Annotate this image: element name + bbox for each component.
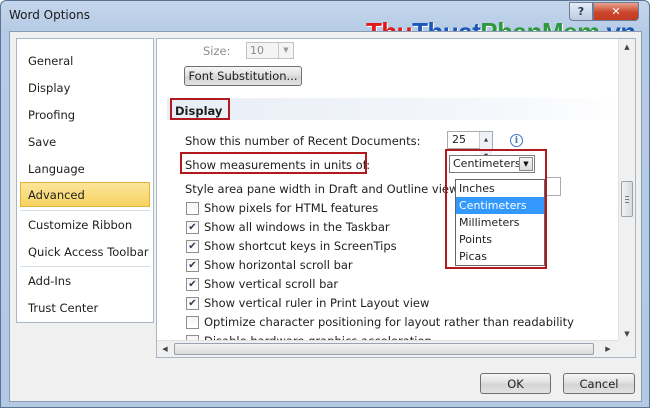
checkbox-show-horizontal-scroll[interactable]: ✔	[186, 259, 199, 272]
recent-documents-stepper[interactable]: 25 ▲ ▼	[447, 131, 493, 164]
cancel-button[interactable]: Cancel	[563, 373, 635, 394]
checkbox-show-vertical-scroll[interactable]: ✔	[186, 278, 199, 291]
checkbox-optimize-character-positioning[interactable]	[186, 316, 199, 329]
sidebar-divider	[20, 210, 150, 211]
title-bar: Word Options ThuThuatPhanMem.vn ? ✕	[1, 1, 649, 45]
ok-button[interactable]: OK	[480, 373, 551, 394]
close-button[interactable]: ✕	[593, 2, 639, 21]
checkbox-label: Show horizontal scroll bar	[204, 258, 353, 272]
spin-up-icon[interactable]: ▲	[480, 132, 492, 148]
highlight-box-units-dropdown	[445, 149, 547, 269]
info-icon: i	[510, 134, 523, 147]
sidebar-item-trust-center[interactable]: Trust Center	[20, 295, 150, 320]
checkmark-icon: ✔	[188, 278, 197, 290]
scroll-down-icon[interactable]: ▼	[622, 329, 632, 339]
highlight-box-display	[170, 98, 230, 120]
dialog-client: General Display Proofing Save Language A…	[9, 31, 642, 402]
scroll-up-icon[interactable]: ▲	[622, 42, 632, 52]
vertical-scrollbar[interactable]: ▲ ▼	[618, 39, 635, 342]
question-mark-icon: ?	[577, 5, 585, 18]
close-icon: ✕	[611, 5, 621, 18]
sidebar-item-save[interactable]: Save	[20, 129, 150, 154]
sidebar-item-customize-ribbon[interactable]: Customize Ribbon	[20, 212, 150, 237]
font-size-label: Size:	[203, 44, 231, 58]
sidebar-item-display[interactable]: Display	[20, 75, 150, 100]
font-size-select[interactable]: 10 ▼	[246, 42, 294, 59]
sidebar-divider	[20, 266, 150, 267]
checkbox-label: Show all windows in the Taskbar	[204, 220, 390, 234]
window-title: Word Options	[9, 8, 90, 22]
checkbox-label: Show vertical ruler in Print Layout view	[204, 296, 430, 310]
style-area-width-label: Style area pane width in Draft and Outli…	[185, 182, 469, 196]
recent-documents-label: Show this number of Recent Documents:	[185, 134, 421, 148]
sidebar-item-quick-access-toolbar[interactable]: Quick Access Toolbar	[20, 239, 150, 264]
checkbox-label: Optimize character positioning for layou…	[204, 315, 574, 329]
section-header-bar	[167, 98, 627, 120]
checkmark-icon: ✔	[188, 221, 197, 233]
word-options-window: Word Options ThuThuatPhanMem.vn ? ✕ Gene…	[0, 0, 650, 408]
checkbox-show-pixels[interactable]	[186, 202, 199, 215]
advanced-options-panel: Size: 10 ▼ Font Substitution... Display …	[156, 38, 636, 358]
style-area-width-input[interactable]	[545, 177, 561, 196]
sidebar-item-proofing[interactable]: Proofing	[20, 102, 150, 127]
font-substitution-button[interactable]: Font Substitution...	[184, 66, 302, 86]
highlight-box-measurements-label	[180, 152, 367, 174]
chevron-down-icon: ▼	[278, 43, 293, 58]
checkbox-label: Show shortcut keys in ScreenTips	[204, 239, 397, 253]
checkbox-label: Show pixels for HTML features	[204, 201, 379, 215]
help-button[interactable]: ?	[569, 2, 593, 21]
horizontal-scroll-thumb[interactable]	[174, 343, 594, 355]
options-sidebar: General Display Proofing Save Language A…	[16, 38, 154, 323]
vertical-scroll-thumb[interactable]	[621, 181, 633, 217]
checkbox-show-shortcut-keys[interactable]: ✔	[186, 240, 199, 253]
scrollbar-corner	[618, 340, 635, 357]
sidebar-item-advanced[interactable]: Advanced	[20, 182, 150, 207]
checkmark-icon: ✔	[188, 240, 197, 252]
checkbox-show-all-windows[interactable]: ✔	[186, 221, 199, 234]
scroll-right-icon[interactable]: ▶	[603, 344, 613, 354]
checkbox-show-vertical-ruler[interactable]: ✔	[186, 297, 199, 310]
scroll-left-icon[interactable]: ◀	[160, 344, 170, 354]
sidebar-item-language[interactable]: Language	[20, 156, 150, 181]
checkbox-label: Show vertical scroll bar	[204, 277, 339, 291]
checkmark-icon: ✔	[188, 297, 197, 309]
horizontal-scrollbar[interactable]: ◀ ▶	[157, 340, 619, 357]
sidebar-item-general[interactable]: General	[20, 48, 150, 73]
sidebar-item-add-ins[interactable]: Add-Ins	[20, 268, 150, 293]
checkmark-icon: ✔	[188, 259, 197, 271]
